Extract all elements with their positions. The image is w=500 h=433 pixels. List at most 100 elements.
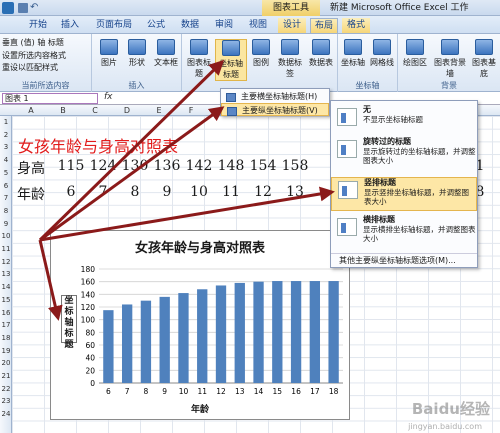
data-labels-icon [281, 39, 299, 55]
row-header[interactable]: 9 [0, 220, 12, 228]
tab-format[interactable]: 格式 [342, 18, 370, 33]
submenu-item-horizontal[interactable]: 横排标题 显示横排坐标轴标题，并调整图表大小 [331, 215, 477, 249]
bar[interactable] [328, 281, 339, 383]
data-labels-button[interactable]: 数据标签 [275, 39, 305, 79]
column-header-a[interactable]: A [26, 105, 36, 116]
plot-area-button[interactable]: 绘图区 [400, 39, 430, 68]
bar[interactable] [272, 281, 283, 383]
menu-item-primary-vertical[interactable]: 主要纵坐标轴标题(V) [221, 103, 329, 116]
column-header-f[interactable]: F [186, 105, 196, 116]
row-header[interactable]: 6 [0, 182, 12, 190]
bar[interactable] [215, 285, 227, 383]
fx-icon[interactable]: fx [104, 92, 113, 102]
row-header[interactable]: 21 [0, 372, 12, 380]
row-header[interactable]: 11 [0, 245, 12, 253]
column-header-e[interactable]: E [154, 105, 164, 116]
row-header[interactable]: 2 [0, 131, 12, 139]
more-options-item[interactable]: 其他主要纵坐标轴标题选项(M)... [331, 253, 477, 267]
tab-design[interactable]: 设计 [278, 18, 306, 33]
bar[interactable] [121, 304, 133, 383]
height-cell: 158 [281, 158, 309, 174]
x-tick-label: 7 [125, 387, 130, 396]
chart-element-selector[interactable]: 垂直 (值) 轴 标题 [2, 37, 64, 48]
row-header[interactable]: 13 [0, 270, 12, 278]
column-header-b[interactable]: B [58, 105, 68, 116]
menu-item-primary-horizontal[interactable]: 主要横坐标轴标题(H) [221, 90, 329, 103]
chart-wall-button[interactable]: 图表背景墙 [432, 39, 468, 79]
chart-tools-label: 图表工具 [262, 0, 320, 16]
row-header[interactable]: 19 [0, 347, 12, 355]
bar[interactable] [253, 281, 264, 383]
row-header[interactable]: 18 [0, 334, 12, 342]
picture-button[interactable]: 图片 [96, 39, 122, 68]
horizontal-axis-title[interactable]: 年龄 [51, 402, 349, 415]
undo-icon[interactable]: ↶ [30, 3, 40, 13]
row-header[interactable]: 23 [0, 397, 12, 405]
bar[interactable] [140, 300, 152, 383]
row-header[interactable]: 10 [0, 232, 12, 240]
textbox-button[interactable]: 文本框 [152, 39, 180, 68]
y-tick-label: 60 [85, 341, 95, 350]
row-header[interactable]: 1 [0, 118, 12, 126]
tab-page-layout[interactable]: 页面布局 [90, 18, 138, 33]
bar[interactable] [197, 289, 208, 383]
legend-button[interactable]: 图例 [249, 39, 273, 68]
row-header[interactable]: 3 [0, 143, 12, 151]
axes-icon [344, 39, 362, 55]
bar[interactable] [290, 281, 302, 383]
tab-formulas[interactable]: 公式 [142, 18, 170, 33]
chart-title-button[interactable]: 图表标题 [184, 39, 214, 79]
bar[interactable] [159, 296, 170, 383]
height-cell: 124 [89, 158, 117, 174]
row-header[interactable]: 15 [0, 296, 12, 304]
excel-icon[interactable] [2, 2, 14, 14]
tab-layout[interactable]: 布局 [310, 18, 338, 33]
watermark-logo: Baidu经验 [411, 400, 490, 418]
row-header[interactable]: 7 [0, 194, 12, 202]
row-header[interactable]: 20 [0, 359, 12, 367]
tab-review[interactable]: 审阅 [210, 18, 238, 33]
row-header[interactable]: 8 [0, 207, 12, 215]
chart-floor-button[interactable]: 图表基底 [470, 39, 498, 79]
format-selection-button[interactable]: 设置所选内容格式 [2, 50, 66, 61]
data-table-button[interactable]: 数据表 [307, 39, 335, 68]
bar[interactable] [103, 310, 114, 383]
gridlines-label: 网格线 [370, 58, 394, 67]
submenu-item-rotated[interactable]: 旋转过的标题 显示旋转过的坐标轴标题，并调整图表大小 [331, 137, 477, 169]
save-icon[interactable] [18, 3, 28, 13]
bar[interactable] [309, 281, 321, 383]
gridlines-button[interactable]: 网格线 [368, 39, 396, 68]
bar[interactable] [178, 293, 189, 383]
row-header[interactable]: 17 [0, 321, 12, 329]
x-tick-label: 12 [216, 387, 226, 396]
tab-home[interactable]: 开始 [24, 18, 52, 33]
axes-button[interactable]: 坐标轴 [340, 39, 366, 68]
row-header[interactable]: 5 [0, 169, 12, 177]
reset-style-button[interactable]: 重设以匹配样式 [2, 62, 58, 73]
column-header-c[interactable]: C [90, 105, 100, 116]
row-header[interactable]: 4 [0, 156, 12, 164]
shapes-button[interactable]: 形状 [124, 39, 150, 68]
column-header-d[interactable]: D [122, 105, 132, 116]
row-header[interactable]: 16 [0, 309, 12, 317]
bar[interactable] [234, 282, 245, 383]
age-cell: 11 [222, 184, 240, 200]
embedded-chart[interactable]: 女孩年龄与身高对照表 坐标轴标题 0 20 40 60 80 100 120 140 160 18… [50, 230, 350, 420]
name-box[interactable]: 图表 1 [2, 93, 98, 104]
tab-data[interactable]: 数据 [176, 18, 204, 33]
axis-titles-button[interactable]: 坐标轴标题 [215, 39, 247, 81]
row-header[interactable]: 14 [0, 283, 12, 291]
submenu-item-vertical[interactable]: 竖排标题 显示竖排坐标轴标题，并调整图表大小 [331, 177, 477, 211]
axis-titles-label: 坐标轴标题 [219, 59, 243, 79]
submenu-item-desc: 不显示坐标轴标题 [363, 115, 423, 124]
row-header[interactable]: 12 [0, 258, 12, 266]
tab-view[interactable]: 视图 [244, 18, 272, 33]
submenu-item-none[interactable]: 无 不显示坐标轴标题 [331, 105, 477, 127]
rotated-title-icon [337, 140, 357, 158]
title-bar: ↶ 图表工具 新建 Microsoft Office Excel 工作 [0, 0, 500, 16]
row-header[interactable]: 24 [0, 410, 12, 418]
row-header[interactable]: 22 [0, 385, 12, 393]
data-labels-label: 数据标签 [278, 58, 302, 78]
y-tick-label: 20 [85, 366, 95, 375]
tab-insert[interactable]: 插入 [56, 18, 84, 33]
